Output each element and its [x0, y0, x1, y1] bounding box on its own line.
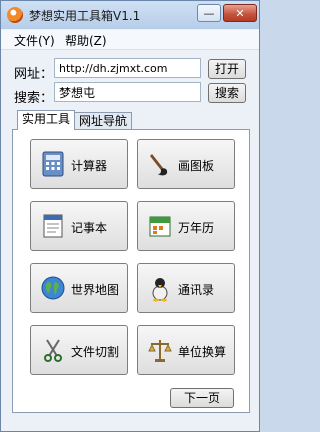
tool-unit-convert-button[interactable]: 单位换算	[137, 325, 235, 375]
minimize-button[interactable]: —	[197, 4, 221, 22]
close-button[interactable]: ✕	[223, 4, 257, 22]
tool-label: 万年历	[178, 221, 215, 235]
app-logo-icon	[7, 7, 23, 23]
scissors-icon	[44, 339, 62, 362]
tool-notepad-button[interactable]: 记事本	[30, 201, 128, 251]
tool-calendar-button[interactable]: 万年历	[137, 201, 235, 251]
calendar-icon	[149, 216, 171, 237]
app-window: 梦想实用工具箱V1.1 — ✕ 文件(Y) 帮助(Z) 网址： 打开 搜索： 搜…	[0, 0, 260, 432]
tool-label: 世界地图	[71, 283, 120, 297]
tool-label: 通讯录	[178, 283, 215, 297]
tool-label: 文件切割	[71, 345, 120, 359]
contacts-icon	[152, 278, 168, 302]
url-input[interactable]	[54, 58, 201, 78]
notepad-icon	[43, 214, 63, 238]
tool-label: 单位换算	[178, 345, 227, 359]
next-page-button[interactable]: 下一页	[170, 388, 234, 408]
menu-bar: 文件(Y) 帮助(Z)	[1, 30, 259, 50]
menu-help[interactable]: 帮助(Z)	[65, 32, 107, 49]
search-button[interactable]: 搜索	[208, 83, 246, 103]
calculator-icon	[42, 151, 64, 177]
open-button[interactable]: 打开	[208, 59, 246, 79]
tool-label: 画图板	[178, 159, 215, 173]
url-label: 网址：	[14, 67, 54, 82]
tools-panel: 计算器 画图板 记事本 万年历 世界地图 通讯录 文件切割 单位换算 下一页	[12, 129, 250, 413]
tab-utilities[interactable]: 实用工具	[17, 110, 75, 130]
tool-label: 记事本	[71, 221, 108, 235]
search-input[interactable]	[54, 82, 201, 102]
menu-file[interactable]: 文件(Y)	[14, 32, 55, 49]
tool-world-map-button[interactable]: 世界地图	[30, 263, 128, 313]
tool-calculator-button[interactable]: 计算器	[30, 139, 128, 189]
scale-icon	[148, 340, 172, 362]
search-label: 搜索：	[14, 91, 54, 106]
globe-icon	[41, 276, 65, 300]
tool-file-split-button[interactable]: 文件切割	[30, 325, 128, 375]
window-title: 梦想实用工具箱V1.1	[29, 9, 141, 23]
tool-paint-button[interactable]: 画图板	[137, 139, 235, 189]
tool-contacts-button[interactable]: 通讯录	[137, 263, 235, 313]
paintbrush-icon	[150, 154, 168, 176]
tab-web-navigation[interactable]: 网址导航	[74, 112, 132, 130]
title-bar[interactable]: 梦想实用工具箱V1.1 — ✕	[1, 1, 259, 29]
tool-label: 计算器	[71, 159, 108, 173]
